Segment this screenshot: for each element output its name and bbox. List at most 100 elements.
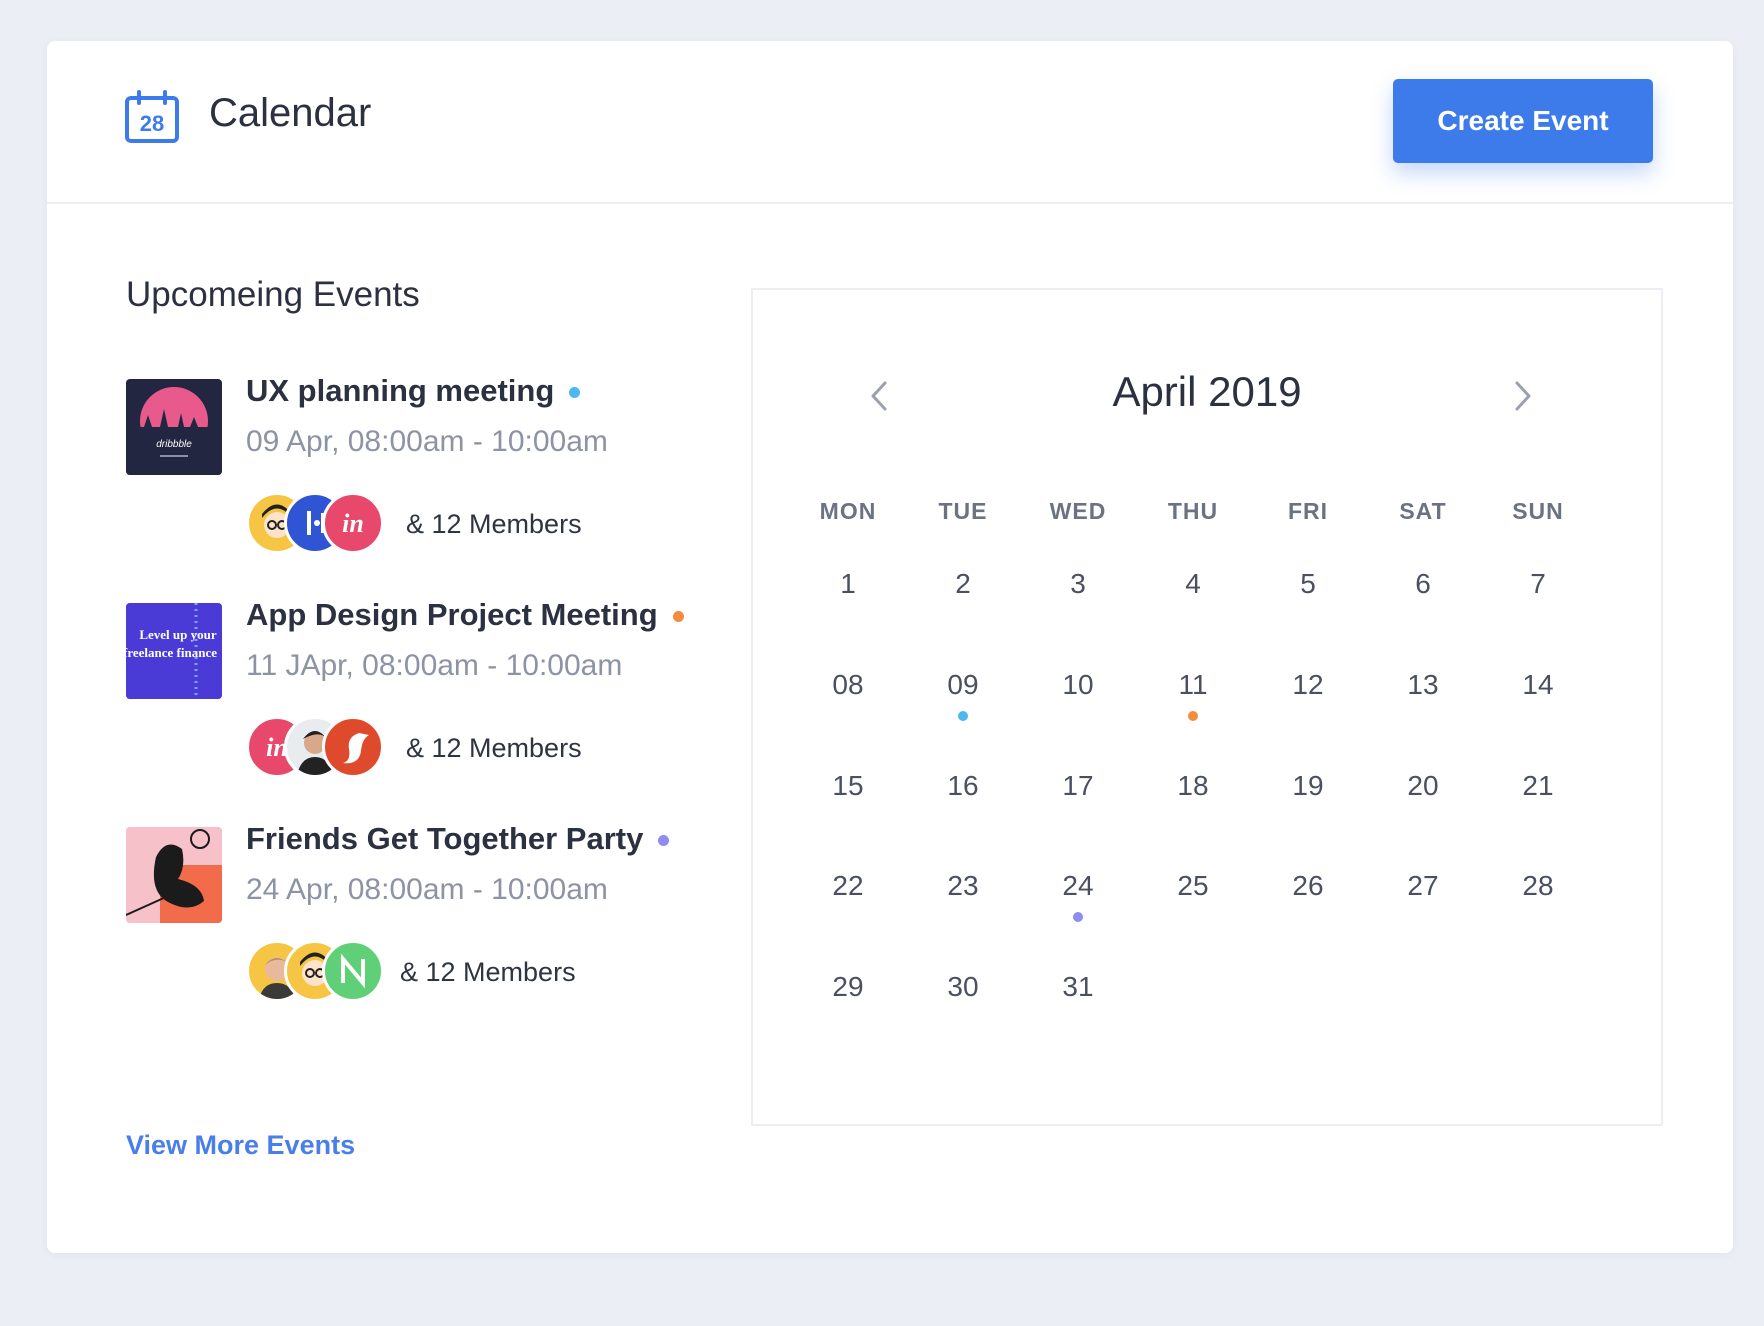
weekday-label: WED <box>1049 498 1107 524</box>
event-status-dot <box>658 835 670 847</box>
day-number: 12 <box>1292 669 1324 700</box>
member-avatars: in <box>246 492 386 554</box>
day-number: 3 <box>1070 568 1086 599</box>
day-cell[interactable]: 16 <box>923 766 1003 826</box>
event-marker-dot <box>1073 912 1083 922</box>
day-cell[interactable]: 15 <box>808 766 888 826</box>
event-thumbnail-caption: dribbble <box>156 439 192 450</box>
day-cell[interactable]: 29 <box>808 967 888 1027</box>
upcoming-events-title: Upcomeing Events <box>126 275 420 314</box>
avatar <box>322 716 384 778</box>
avatar <box>322 940 384 1002</box>
create-event-button[interactable]: Create Event <box>1393 79 1653 163</box>
day-cell[interactable]: 30 <box>923 967 1003 1027</box>
day-number: 24 <box>1062 870 1094 901</box>
day-cell[interactable]: 24 <box>1038 866 1118 926</box>
day-cell[interactable]: 6 <box>1383 564 1463 624</box>
day-cell[interactable]: 14 <box>1498 665 1578 725</box>
member-avatars <box>246 940 386 1002</box>
day-number: 5 <box>1300 568 1316 599</box>
day-cell[interactable]: 12 <box>1268 665 1348 725</box>
day-cell[interactable]: 27 <box>1383 866 1463 926</box>
next-month-button[interactable] <box>1499 372 1547 420</box>
day-cell[interactable]: 11 <box>1153 665 1233 725</box>
day-cell[interactable]: 25 <box>1153 866 1233 926</box>
day-number: 08 <box>832 669 864 700</box>
day-cell[interactable]: 17 <box>1038 766 1118 826</box>
day-number: 20 <box>1407 770 1439 801</box>
day-cell[interactable]: 18 <box>1153 766 1233 826</box>
day-number: 25 <box>1177 870 1209 901</box>
day-cell[interactable]: 19 <box>1268 766 1348 826</box>
event-time: 24 Apr, 08:00am - 10:00am <box>246 873 608 906</box>
event-thumbnail <box>126 827 222 923</box>
day-number: 17 <box>1062 770 1094 801</box>
event-time: 11 JApr, 08:00am - 10:00am <box>246 649 623 682</box>
calendar-card: 28 Calendar Create Event Upcomeing Event… <box>47 41 1733 1253</box>
day-number: 23 <box>947 870 979 901</box>
event-thumbnail: Level up your freelance finance <box>126 603 222 699</box>
avatar: in <box>322 492 384 554</box>
day-cell[interactable]: 31 <box>1038 967 1118 1027</box>
day-cell[interactable]: 10 <box>1038 665 1118 725</box>
day-number: 2 <box>955 568 971 599</box>
day-number: 11 <box>1178 669 1208 700</box>
page-title: Calendar <box>209 91 372 135</box>
day-number: 09 <box>947 669 979 700</box>
weekday-label: FRI <box>1287 498 1329 524</box>
day-number: 16 <box>947 770 979 801</box>
day-cell[interactable]: 20 <box>1383 766 1463 826</box>
weekday-label: SAT <box>1399 498 1447 524</box>
day-number: 6 <box>1415 568 1431 599</box>
day-number: 28 <box>1522 870 1554 901</box>
day-number: 30 <box>947 971 979 1002</box>
month-calendar: April 2019 MON TUE WED THU FRI SAT SUN 1234567… <box>751 288 1663 1126</box>
chevron-right-icon <box>1515 381 1531 411</box>
day-number: 10 <box>1062 669 1094 700</box>
day-cell[interactable]: 26 <box>1268 866 1348 926</box>
day-cell[interactable]: 09 <box>923 665 1003 725</box>
day-cell[interactable]: 22 <box>808 866 888 926</box>
event-title: Friends Get Together Party <box>246 821 670 857</box>
event-item[interactable]: dribbble UX planning meeting 09 Apr, 08:… <box>126 373 726 579</box>
members-count: & 12 Members <box>406 733 582 763</box>
view-more-events-link[interactable]: View More Events <box>126 1130 355 1161</box>
event-title: App Design Project Meeting <box>246 597 684 633</box>
day-number: 7 <box>1530 568 1546 599</box>
member-avatars: in <box>246 716 386 778</box>
day-cell[interactable]: 13 <box>1383 665 1463 725</box>
day-cell[interactable]: 5 <box>1268 564 1348 624</box>
day-cell[interactable]: 7 <box>1498 564 1578 624</box>
calendar-icon-day: 28 <box>140 111 164 136</box>
event-marker-dot <box>958 711 968 721</box>
weekday-label: THU <box>1167 498 1219 524</box>
event-status-dot <box>569 387 581 399</box>
day-cell[interactable]: 2 <box>923 564 1003 624</box>
day-cell[interactable]: 1 <box>808 564 888 624</box>
day-number: 31 <box>1062 971 1094 1002</box>
event-marker-dot <box>1188 711 1198 721</box>
day-number: 26 <box>1292 870 1324 901</box>
weekday-label: SUN <box>1512 498 1564 524</box>
weekday-label: TUE <box>938 498 988 524</box>
day-number: 14 <box>1522 669 1554 700</box>
day-cell[interactable]: 21 <box>1498 766 1578 826</box>
day-cell[interactable]: 4 <box>1153 564 1233 624</box>
day-cell[interactable]: 28 <box>1498 866 1578 926</box>
card-header: 28 Calendar Create Event <box>47 41 1733 204</box>
day-number: 13 <box>1407 669 1439 700</box>
calendar-icon: 28 <box>125 90 179 143</box>
day-number: 29 <box>832 971 864 1002</box>
day-cell[interactable]: 3 <box>1038 564 1118 624</box>
day-number: 4 <box>1185 568 1201 599</box>
event-status-dot <box>672 611 684 623</box>
members-count: & 12 Members <box>400 957 576 987</box>
event-time: 09 Apr, 08:00am - 10:00am <box>246 425 608 458</box>
event-item[interactable]: Level up your freelance finance App Desig… <box>126 597 726 803</box>
day-cell[interactable]: 23 <box>923 866 1003 926</box>
event-item[interactable]: Friends Get Together Party 24 Apr, 08:00… <box>126 821 726 1027</box>
day-number: 18 <box>1177 770 1209 801</box>
event-title: UX planning meeting <box>246 373 581 409</box>
day-number: 27 <box>1407 870 1439 901</box>
day-cell[interactable]: 08 <box>808 665 888 725</box>
